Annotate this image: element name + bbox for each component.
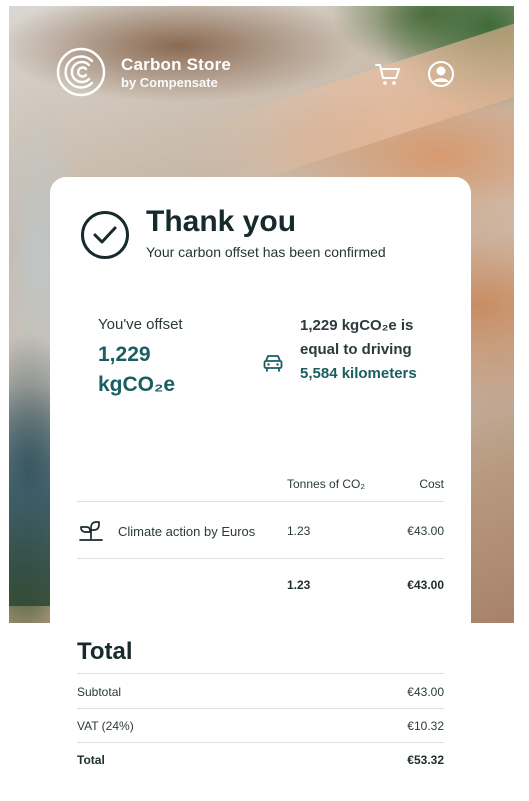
vat-row: VAT (24%) €10.32 — [77, 719, 444, 733]
vat-label: VAT (24%) — [77, 719, 134, 733]
table-sum-cost: €43.00 — [407, 578, 444, 592]
total-row: Total €53.32 — [77, 753, 444, 767]
vat-value: €10.32 — [407, 719, 444, 733]
subtotal-value: €43.00 — [407, 685, 444, 699]
totals-divider — [77, 742, 444, 743]
offset-value-number: 1,229 — [98, 343, 151, 366]
sprout-icon — [79, 521, 103, 541]
brand-subtitle: by Compensate — [121, 74, 218, 90]
table-row-cost: €43.00 — [407, 524, 444, 538]
totals-divider — [77, 673, 444, 674]
totals-divider — [77, 708, 444, 709]
page-title: Thank you — [146, 205, 297, 238]
cart-icon[interactable] — [374, 60, 402, 88]
compensate-logo-icon — [56, 47, 106, 97]
total-value: €53.32 — [407, 753, 444, 767]
confirmation-subtitle: Your carbon offset has been confirmed — [146, 244, 386, 260]
table-sum-tonnes: 1.23 — [287, 578, 311, 592]
total-label: Total — [77, 753, 105, 767]
offset-value-unit: kgCO₂e — [98, 373, 176, 396]
brand-title: Carbon Store — [121, 54, 232, 74]
table-divider — [77, 501, 444, 502]
column-header-tonnes: Tonnes of CO₂ — [287, 477, 366, 491]
offset-label: You've offset — [98, 316, 183, 333]
table-row-name: Climate action by Euros — [118, 524, 256, 539]
table-divider — [77, 558, 444, 559]
subtotal-label: Subtotal — [77, 685, 122, 699]
check-circle-icon — [81, 211, 129, 259]
table-row-tonnes: 1.23 — [287, 524, 311, 538]
subtotal-row: Subtotal €43.00 — [77, 685, 444, 699]
brand[interactable]: Carbon Store by Compensate — [56, 47, 231, 97]
offset-value: 1,229 kgCO₂e — [98, 340, 248, 400]
column-header-cost: Cost — [419, 477, 444, 491]
hero-sand-texture — [178, 6, 514, 200]
totals-heading: Total — [77, 638, 133, 665]
driving-equivalent: 1,229 kgCO₂e is equal to driving 5,584 k… — [300, 314, 440, 386]
confirmation-card: Thank you Your carbon offset has been co… — [50, 177, 471, 801]
car-icon — [263, 355, 283, 372]
user-icon[interactable] — [427, 60, 455, 88]
driving-equivalent-prefix: 1,229 kgCO₂e is equal to driving — [300, 317, 414, 358]
driving-equivalent-distance: 5,584 kilometers — [300, 365, 417, 382]
